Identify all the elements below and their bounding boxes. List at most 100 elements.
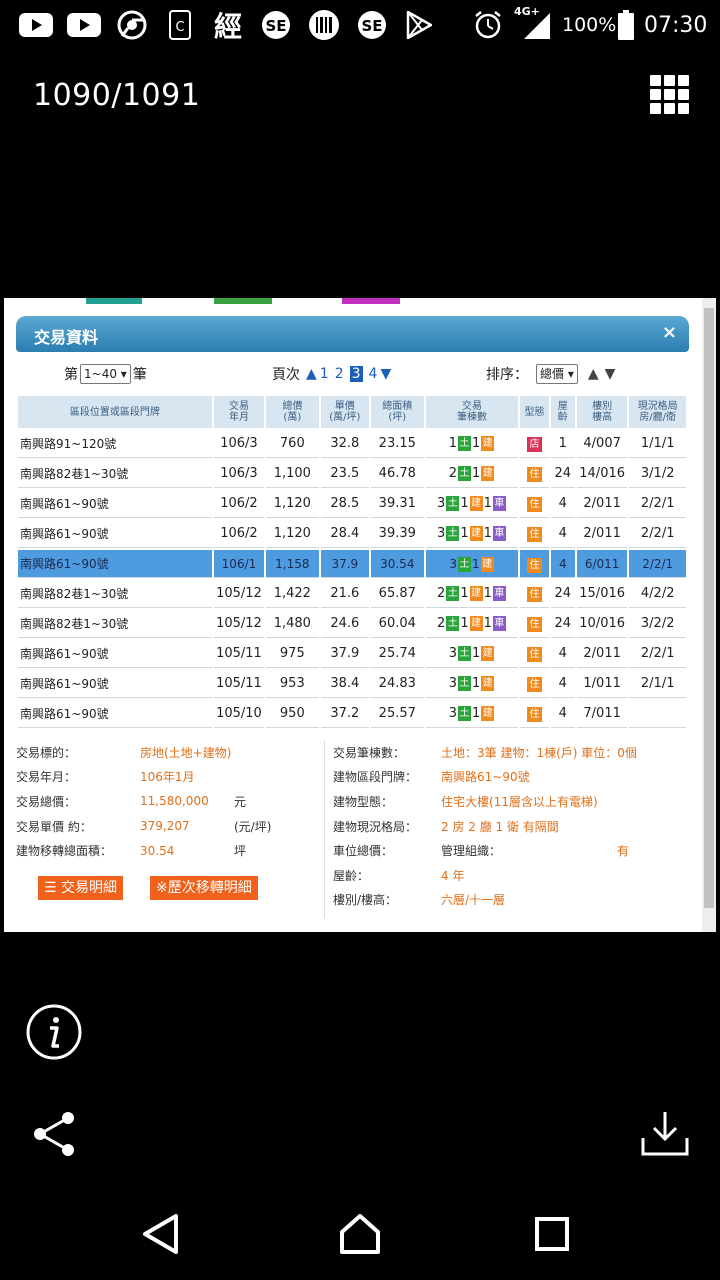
table-row[interactable]: 南興路61~90號 105/11 975 37.9 25.74 3 土 1 建住 4 2/011 2/… [18,640,686,668]
sort-asc-icon[interactable]: ▲ [588,366,599,382]
table-row[interactable]: 南興路82巷1~30號 105/12 1,422 21.6 65.87 2 土 1 建 1 車住 24… [18,580,686,608]
detail-row: 建物區段門牌： 南興路61~90號 [333,770,530,785]
barcode-app-icon [306,10,342,40]
clock: 07:30 [644,12,708,38]
detail-row: 交易年月： 106年1月 [16,770,195,785]
cell-address: 南興路82巷1~30號 [18,610,212,638]
cell-area: 25.74 [371,640,424,668]
table-row[interactable]: 南興路91~120號 106/3 760 32.8 23.15 1 土 1 建店 1 4/007 1/… [18,430,686,458]
recents-button[interactable] [534,1216,570,1256]
cell-layout: 2/2/1 [629,640,686,668]
land-count: 3 [448,676,457,691]
scrollbar-thumb[interactable] [704,308,714,908]
cell-count: 2土1建1車 [425,610,519,638]
prev-page-icon[interactable]: ▲ [306,366,317,382]
home-button[interactable] [338,1212,382,1260]
land-count: 2 [448,466,457,481]
range-control: 第 1~40 ▾ 筆 [64,364,147,384]
cell-layout: 2/2/1 [629,520,686,548]
cell-total: 1,120 [266,520,319,548]
land-count: 3 [437,496,446,511]
page-link[interactable]: 4 [369,366,378,382]
grid-view-button[interactable] [650,75,690,115]
sort-desc-icon[interactable]: ▼ [605,366,616,382]
page-link-current[interactable]: 3 [349,366,363,382]
land-badge: 土 [446,496,460,511]
park-count: 1 [483,586,492,601]
cell-total: 950 [266,700,319,728]
col-total[interactable]: 總價 (萬) [266,396,319,428]
build-count: 1 [460,586,469,601]
park-count: 1 [483,616,492,631]
cell-type: 住 [520,460,549,488]
col-layout[interactable]: 現況格局 房/廳/衛 [629,396,686,428]
table-row[interactable]: 南興路61~90號 105/10 950 37.2 25.57 3 土 1 建住 4 7/011 [18,700,686,728]
download-button[interactable] [640,1108,690,1162]
col-area[interactable]: 總面積 (坪) [371,396,424,428]
type-badge: 住 [527,616,543,632]
cell-count: 3土1建1車 [425,490,519,518]
land-count: 3 [437,526,446,541]
table-row[interactable]: 南興路61~90號 106/2 1,120 28.4 39.39 3 土 1 建 1 車住 4 2/01… [18,520,686,548]
col-unit[interactable]: 單價 (萬/坪) [320,396,370,428]
sort-select[interactable]: 總價 ▾ [536,364,578,384]
cell-age: 4 [550,640,575,668]
detail-row: 建物現況格局： 2 房 2 廳 1 衛 有隔間 [333,819,559,834]
page-link[interactable]: 1 [320,366,329,382]
grid-icon [650,75,689,114]
next-page-icon[interactable]: ▼ [380,366,391,382]
col-type[interactable]: 型態 [520,396,549,428]
col-address[interactable]: 區段位置或區段門牌 [18,396,212,428]
cell-unit: 28.5 [320,490,370,518]
status-bar: C 經 SE SE 4G+ 100% 07:30 [0,0,720,50]
transaction-detail-button[interactable]: ☰ 交易明細 [38,876,124,900]
photo-content[interactable]: 交易資料 × 第 1~40 ▾ 筆 頁次 ▲ 1 2 3 4 ▼ 排序： 總價 … [4,298,716,932]
panel-header: 交易資料 × [16,316,689,352]
table-row-selected[interactable]: 南興路61~90號 106/1 1,158 37.9 30.54 3 土 1 建住 4 6/011 2… [18,550,686,578]
back-button[interactable] [140,1212,180,1260]
sort-control: 排序： 總價 ▾ ▲ ▼ [486,364,615,384]
page-link[interactable]: 2 [335,366,344,382]
col-count[interactable]: 交易 筆棟數 [425,396,519,428]
land-badge: 土 [446,586,460,601]
range-select[interactable]: 1~40 ▾ [80,364,131,384]
transfer-history-button[interactable]: ※歷次移轉明細 [150,876,258,900]
table-row[interactable]: 南興路61~90號 105/11 953 38.4 24.83 3 土 1 建住 4 1/011 2/… [18,670,686,698]
close-icon[interactable]: × [662,322,677,343]
table-row[interactable]: 南興路61~90號 106/2 1,120 28.5 39.31 3 土 1 建 1 車住 4 2/01… [18,490,686,518]
cell-count: 2土1建 [425,460,519,488]
cell-address: 南興路61~90號 [18,520,212,548]
transaction-detail: 交易標的： 房地(土地+建物) 交易年月： 106年1月 交易總價： 11,580,0… [16,740,676,918]
build-badge: 建 [481,676,495,691]
table-row[interactable]: 南興路82巷1~30號 105/12 1,480 24.6 60.04 2 土 1 建 1 車住 24… [18,610,686,638]
alarm-icon [472,10,504,40]
build-badge: 建 [480,556,494,572]
cell-month: 106/3 [213,430,265,458]
cell-total: 1,480 [266,610,319,638]
type-badge: 住 [527,496,543,512]
cell-total: 1,158 [266,550,319,578]
land-count: 3 [449,556,457,571]
detail-row: 交易單價 約： 379,207 (元/坪) [16,819,272,834]
share-button[interactable] [32,1110,76,1162]
range-prefix: 第 [64,367,78,383]
col-floor[interactable]: 樓別 樓高 [576,396,628,428]
table-row[interactable]: 南興路82巷1~30號 106/3 1,100 23.5 46.78 2 土 1 建住 24 14/… [18,460,686,488]
scrollbar[interactable] [702,298,716,932]
build-badge: 建 [481,466,495,481]
col-month[interactable]: 交易 年月 [213,396,265,428]
cell-floor: 10/016 [576,610,628,638]
build-count: 1 [471,646,481,661]
land-count: 2 [437,616,446,631]
type-badge: 住 [527,466,543,482]
build-badge: 建 [469,616,483,631]
build-count: 1 [460,616,469,631]
info-button[interactable] [26,1004,82,1064]
cell-unit: 21.6 [320,580,370,608]
cell-layout [629,700,686,728]
cell-month: 106/2 [213,490,265,518]
type-badge: 住 [527,646,543,662]
col-age[interactable]: 屋齡 [550,396,575,428]
cell-age: 4 [550,490,575,518]
cell-area: 30.54 [371,550,424,578]
